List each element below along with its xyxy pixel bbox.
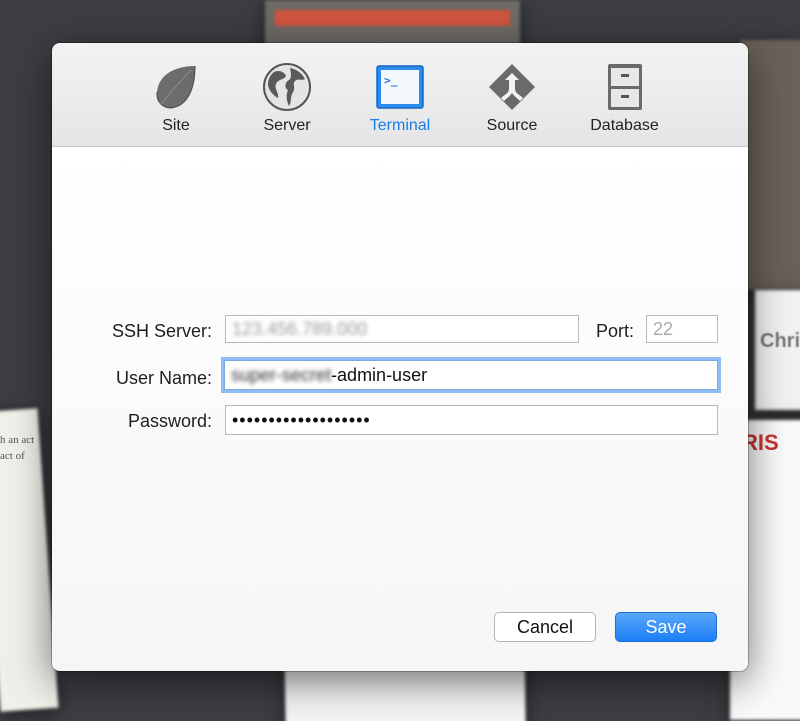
tab-source[interactable]: Source [477,61,547,141]
ssh-server-label: SSH Server: [111,321,212,341]
tab-terminal-label: Terminal [369,117,431,134]
background-page-right [740,40,800,290]
source-control-icon [485,61,539,113]
tab-terminal[interactable]: >_ Terminal [360,61,440,141]
tab-site[interactable]: Site [146,61,206,141]
password-label: Password: [127,411,212,431]
leaf-icon [149,61,203,113]
port-label: Port: [595,321,634,341]
user-name-value: super-secret-admin-user [231,365,428,385]
user-name-field[interactable]: super-secret-admin-user [224,360,718,390]
tab-server-label: Server [263,117,311,134]
tab-database[interactable]: Database [582,61,667,141]
preferences-toolbar: Site Server >_ Terminal Source Database [52,43,748,147]
tab-database-label: Database [590,117,659,134]
port-field[interactable]: 22 [646,315,718,343]
svg-text:>_: >_ [384,74,398,87]
save-button[interactable]: Save [615,612,717,642]
cancel-button[interactable]: Cancel [494,612,596,642]
tab-site-label: Site [162,117,190,134]
terminal-icon: >_ [373,61,427,113]
file-cabinet-icon [598,61,652,113]
port-placeholder: 22 [653,319,674,339]
ssh-server-value: 123.456.789.000 [232,319,368,339]
terminal-settings-panel: SSH Server: 123.456.789.000 Port: 22 Use… [52,147,748,671]
tab-source-label: Source [486,117,538,134]
background-text-right: Chri [760,330,800,352]
password-field[interactable]: ••••••••••••••••••• [225,405,718,435]
tab-server[interactable]: Server [252,61,322,141]
password-value: ••••••••••••••••••• [232,410,371,430]
ssh-server-field[interactable]: 123.456.789.000 [225,315,579,343]
user-name-label: User Name: [115,368,212,388]
terminal-settings-dialog: Site Server >_ Terminal Source Database … [52,43,748,671]
background-text-left: h an act act of [0,434,35,462]
globe-icon [260,61,314,113]
